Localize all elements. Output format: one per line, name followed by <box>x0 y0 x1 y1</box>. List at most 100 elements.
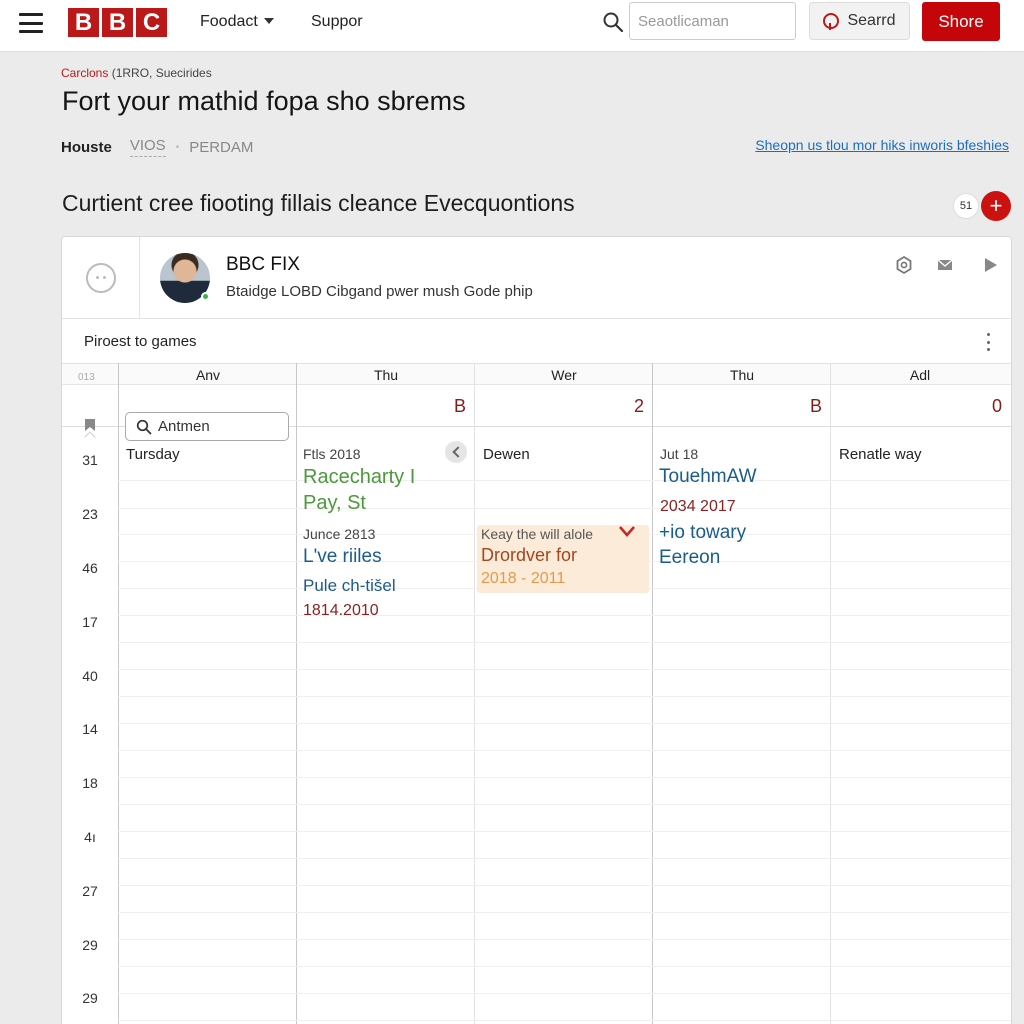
play-icon[interactable] <box>980 255 1000 275</box>
day-number: 2 <box>633 396 644 416</box>
add-button[interactable]: + <box>981 191 1011 221</box>
grid-line <box>652 363 653 1024</box>
page-title: Fort your mathid fopa sho sbrems <box>62 86 466 116</box>
row-line <box>118 939 1011 940</box>
row-label: 27 <box>82 883 98 899</box>
menu-icon[interactable] <box>19 13 43 33</box>
row-label: 14 <box>82 721 98 737</box>
search-icon[interactable] <box>602 11 624 33</box>
row-label: 4ı <box>84 829 96 845</box>
row-line <box>118 831 1011 832</box>
event-title[interactable]: Drordver for <box>481 545 577 566</box>
help-link[interactable]: Sheopn us tlou mor hiks inworis bfeshies <box>755 137 1009 153</box>
row-line <box>118 993 1011 994</box>
event-date: Junce 2813 <box>303 526 376 542</box>
event-title[interactable]: Racecharty I <box>303 466 415 489</box>
row-line <box>118 669 1011 670</box>
row-label: 29 <box>82 937 98 953</box>
row-line <box>118 480 1011 481</box>
chevron-down-icon <box>263 18 274 24</box>
event-note: Keay the will alole <box>481 526 594 542</box>
row-label: 46 <box>82 560 98 576</box>
pin-icon <box>823 13 840 30</box>
day-number-row: B 2 B 0 <box>62 385 1011 441</box>
settings-icon[interactable] <box>894 255 914 275</box>
row-line <box>118 508 1011 509</box>
corner-label: 013 <box>78 372 95 383</box>
more-options-icon[interactable] <box>987 333 991 351</box>
row-label: 40 <box>82 668 98 684</box>
scroll-up-icon[interactable] <box>84 431 96 443</box>
tab-separator: • <box>175 141 180 153</box>
day-header[interactable]: Adl <box>831 367 1009 383</box>
event-years: 2034 2017 <box>660 498 736 515</box>
calendar-search[interactable] <box>125 412 289 441</box>
row-label: 18 <box>82 775 98 791</box>
profile-name: BBC FIX <box>226 254 300 275</box>
row-line <box>118 1020 1011 1021</box>
bbc-logo[interactable]: B B C <box>68 8 167 37</box>
chevron-left-icon[interactable] <box>445 441 467 463</box>
day-header[interactable]: Thu <box>297 367 475 383</box>
profile-description: Btaidge LOBD Cibgand pwer mush Gode phip <box>226 283 533 300</box>
row-line <box>118 750 1011 751</box>
logo-letter: B <box>68 8 99 37</box>
calendar-search-input[interactable] <box>158 418 278 435</box>
nav-item-foodact[interactable]: Foodact <box>200 13 274 31</box>
day-header[interactable]: Thu <box>653 367 831 383</box>
event-date: Jut 18 <box>660 446 699 462</box>
mail-icon[interactable] <box>935 255 955 275</box>
event-title[interactable]: +io towary <box>659 522 746 544</box>
row-label: 31 <box>82 452 98 468</box>
row-line <box>118 642 1011 643</box>
day-header[interactable]: Anv <box>119 367 297 383</box>
row-line <box>118 858 1011 859</box>
event-title[interactable]: TouehmAW <box>659 466 757 488</box>
games-label: Piroest to games <box>84 333 197 350</box>
tab-vios[interactable]: VIOS <box>129 137 166 157</box>
breadcrumb-rest: (1RRO, Suecirides <box>108 66 212 80</box>
schedule-card: BBC FIX Btaidge LOBD Cibgand pwer mush G… <box>61 236 1012 1024</box>
cell-heading[interactable]: Dewen <box>483 446 530 463</box>
row-line <box>118 723 1011 724</box>
chevron-down-icon[interactable] <box>618 525 636 537</box>
day-number: B <box>809 396 822 416</box>
section-title: Curtient cree fiooting fillais cleance E… <box>62 190 575 216</box>
event-title[interactable]: L've riiles <box>303 546 382 568</box>
row-line <box>118 804 1011 805</box>
online-status-icon <box>201 292 210 301</box>
tab-houste[interactable]: Houste <box>61 139 112 156</box>
row-line <box>118 696 1011 697</box>
row-label: 23 <box>82 506 98 522</box>
event-subtitle: Pule ch-tišel <box>303 576 396 595</box>
event-years: 2018 - 2011 <box>481 570 566 587</box>
breadcrumb-link[interactable]: Carclons <box>61 66 108 80</box>
grid-line <box>830 363 831 1024</box>
tab-bar: Houste VIOS • PERDAM <box>61 137 253 157</box>
bookmark-icon[interactable] <box>84 418 96 432</box>
row-line <box>118 912 1011 913</box>
logo-letter: B <box>102 8 133 37</box>
row-line <box>118 885 1011 886</box>
logo-letter: C <box>136 8 167 37</box>
day-header[interactable]: Wer <box>475 367 653 383</box>
breadcrumb: Carclons (1RRO, Suecirides <box>61 66 212 80</box>
event-title[interactable]: Eereon <box>659 547 720 569</box>
search-input[interactable] <box>629 2 796 40</box>
cell-heading[interactable]: Tursday <box>126 446 180 463</box>
event-title[interactable]: Pay, St <box>303 492 366 515</box>
nav-item-suppor[interactable]: Suppor <box>311 13 363 31</box>
grid-line <box>296 363 297 1024</box>
cell-heading[interactable]: Renatle way <box>839 446 922 463</box>
search-icon <box>136 419 152 434</box>
share-button[interactable]: Shore <box>922 2 1000 41</box>
face-icon[interactable] <box>86 263 116 293</box>
event-years: 1814.2010 <box>303 602 379 619</box>
event-date: Ftls 2018 <box>303 446 361 462</box>
row-line <box>118 966 1011 967</box>
divider <box>139 237 140 319</box>
tab-perdam[interactable]: PERDAM <box>189 139 253 156</box>
profile-row: BBC FIX Btaidge LOBD Cibgand pwer mush G… <box>62 237 1011 319</box>
grid-line <box>474 363 475 1024</box>
search-button[interactable]: Searrd <box>809 2 910 40</box>
